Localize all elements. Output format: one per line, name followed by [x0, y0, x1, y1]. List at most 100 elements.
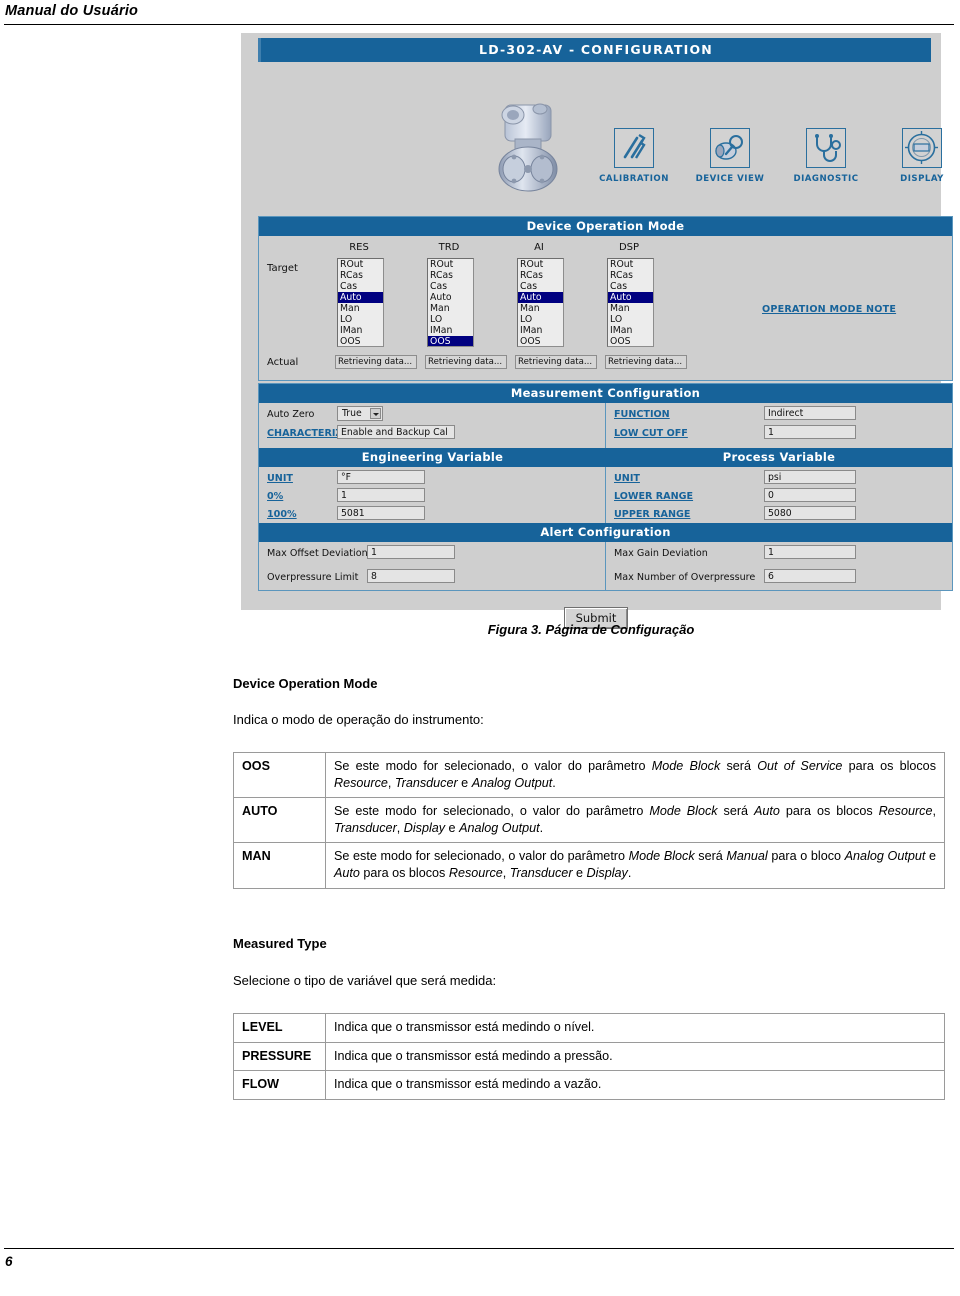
eng-zero-percent-value[interactable]: 1	[337, 488, 425, 502]
column-head-dsp: DSP	[618, 242, 640, 253]
function-link[interactable]: FUNCTION	[614, 409, 670, 420]
mode-option[interactable]: IMan	[518, 325, 563, 336]
low-cut-off-link[interactable]: LOW CUT OFF	[614, 428, 688, 439]
stethoscope-icon	[806, 128, 846, 168]
mode-option[interactable]: IMan	[608, 325, 653, 336]
eng-zero-percent-link[interactable]: 0%	[267, 491, 283, 502]
mode-option[interactable]: Cas	[428, 281, 473, 292]
function-value[interactable]: Indirect	[764, 406, 856, 420]
auto-zero-select[interactable]: True	[337, 406, 383, 421]
process-variable-title: Process Variable	[606, 448, 952, 467]
mode-option[interactable]: ROut	[338, 259, 383, 270]
mode-option[interactable]: Cas	[608, 281, 653, 292]
nav-icon-strip: CALIBRATION DEVICE VIEW DIAGNOSTIC DISPL…	[586, 128, 960, 200]
mode-option[interactable]: Man	[518, 303, 563, 314]
max-offset-deviation-value[interactable]: 1	[367, 545, 455, 559]
mode-option[interactable]: LO	[338, 314, 383, 325]
pv-lower-range-link[interactable]: LOWER RANGE	[614, 491, 693, 502]
nav-item-calibration[interactable]: CALIBRATION	[586, 128, 682, 184]
max-gain-deviation-value[interactable]: 1	[764, 545, 856, 559]
mode-option[interactable]: Cas	[338, 281, 383, 292]
pv-unit-value[interactable]: psi	[764, 470, 856, 484]
max-number-of-overpressure-value[interactable]: 6	[764, 569, 856, 583]
max-number-of-overpressure-label: Max Number of Overpressure	[614, 572, 756, 583]
pressure-transmitter-photo	[491, 95, 571, 200]
table-row: FLOW Indica que o transmissor está medin…	[233, 1070, 945, 1100]
eng-hundred-percent-value[interactable]: 5081	[337, 506, 425, 520]
pv-upper-range-value[interactable]: 5080	[764, 506, 856, 520]
row-key: LEVEL	[233, 1013, 326, 1043]
engineering-variable-title: Engineering Variable	[259, 448, 606, 467]
chevron-down-icon[interactable]	[370, 408, 381, 419]
max-offset-deviation-label: Max Offset Deviation	[267, 548, 368, 559]
mode-option[interactable]: Man	[608, 303, 653, 314]
mode-option-selected[interactable]: Auto	[608, 292, 653, 303]
row-text: Indica que o transmissor está medindo a …	[325, 1041, 945, 1072]
mode-option[interactable]: RCas	[608, 270, 653, 281]
measurement-configuration-title: Measurement Configuration	[259, 384, 952, 403]
mode-option-selected[interactable]: Auto	[338, 292, 383, 303]
page-number: 6	[5, 1254, 13, 1269]
mode-option[interactable]: RCas	[338, 270, 383, 281]
mode-list-dsp[interactable]: ROut RCas Cas Auto Man LO IMan OOS	[607, 258, 654, 347]
column-divider	[605, 403, 606, 448]
mode-option[interactable]: ROut	[608, 259, 653, 270]
nav-label-calibration: CALIBRATION	[599, 174, 669, 184]
mode-option[interactable]: OOS	[518, 336, 563, 346]
row-text: Indica que o transmissor está medindo o …	[325, 1013, 945, 1043]
alert-configuration-title: Alert Configuration	[259, 523, 952, 542]
mode-list-res[interactable]: ROut RCas Cas Auto Man LO IMan OOS	[337, 258, 384, 347]
row-key: MAN	[233, 842, 326, 889]
target-row-label: Target	[267, 263, 298, 274]
mode-option[interactable]: RCas	[518, 270, 563, 281]
nav-label-display: DISPLAY	[900, 174, 944, 184]
table-row: PRESSURE Indica que o transmissor está m…	[233, 1041, 945, 1072]
operation-mode-note-link[interactable]: OPERATION MODE NOTE	[762, 304, 896, 315]
mode-option[interactable]: LO	[608, 314, 653, 325]
mode-option[interactable]: IMan	[428, 325, 473, 336]
intro-device-operation-mode: Indica o modo de operação do instrumento…	[233, 712, 484, 727]
characterization-value[interactable]: Enable and Backup Cal	[337, 425, 455, 439]
measured-type-table: LEVEL Indica que o transmissor está medi…	[233, 1013, 945, 1100]
mode-option[interactable]: Cas	[518, 281, 563, 292]
mode-option[interactable]: Man	[338, 303, 383, 314]
actual-row-label: Actual	[267, 357, 299, 368]
gauge-display-icon	[902, 128, 942, 168]
mode-option[interactable]: ROut	[518, 259, 563, 270]
eng-unit-link[interactable]: UNIT	[267, 473, 293, 484]
column-head-trd: TRD	[438, 242, 460, 253]
pv-lower-range-value[interactable]: 0	[764, 488, 856, 502]
measurement-configuration-panel: Measurement Configuration Auto Zero True…	[258, 383, 953, 591]
mode-option-selected[interactable]: OOS	[428, 336, 473, 346]
auto-zero-value: True	[342, 408, 362, 419]
nav-item-diagnostic[interactable]: DIAGNOSTIC	[778, 128, 874, 184]
max-gain-deviation-label: Max Gain Deviation	[614, 548, 708, 559]
nav-item-device-view[interactable]: DEVICE VIEW	[682, 128, 778, 184]
pv-upper-range-link[interactable]: UPPER RANGE	[614, 509, 690, 520]
nav-item-display[interactable]: DISPLAY	[874, 128, 960, 184]
mode-option[interactable]: LO	[518, 314, 563, 325]
row-key: FLOW	[233, 1070, 326, 1100]
mode-option[interactable]: IMan	[338, 325, 383, 336]
table-row: AUTO Se este modo for selecionado, o val…	[233, 797, 945, 844]
overpressure-limit-label: Overpressure Limit	[267, 572, 359, 583]
mode-option[interactable]: Man	[428, 303, 473, 314]
column-divider	[605, 467, 606, 523]
mode-list-ai[interactable]: ROut RCas Cas Auto Man LO IMan OOS	[517, 258, 564, 347]
mode-option-selected[interactable]: Auto	[518, 292, 563, 303]
eng-hundred-percent-link[interactable]: 100%	[267, 509, 297, 520]
column-head-ai: AI	[534, 242, 544, 253]
mode-option[interactable]: OOS	[338, 336, 383, 346]
pv-unit-link[interactable]: UNIT	[614, 473, 640, 484]
overpressure-limit-value[interactable]: 8	[367, 569, 455, 583]
mode-option[interactable]: Auto	[428, 292, 473, 303]
mode-option[interactable]: ROut	[428, 259, 473, 270]
eng-unit-value[interactable]: °F	[337, 470, 425, 484]
mode-option[interactable]: RCas	[428, 270, 473, 281]
mode-option[interactable]: LO	[428, 314, 473, 325]
row-text: Se este modo for selecionado, o valor do…	[325, 751, 945, 799]
mode-option[interactable]: OOS	[608, 336, 653, 346]
low-cut-off-value[interactable]: 1	[764, 425, 856, 439]
mode-list-trd[interactable]: ROut RCas Cas Auto Man LO IMan OOS	[427, 258, 474, 347]
actual-value-dsp: Retrieving data...	[605, 355, 687, 369]
